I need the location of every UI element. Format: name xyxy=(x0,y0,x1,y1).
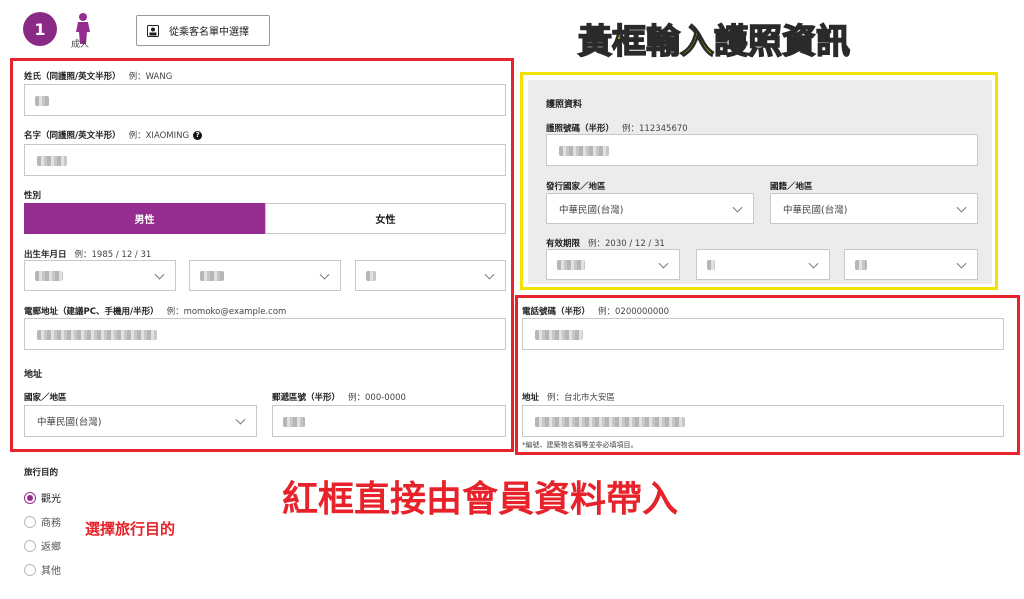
surname-input[interactable] xyxy=(24,84,506,116)
issue-country-select[interactable]: 中華民國(台灣) xyxy=(546,193,754,224)
email-input[interactable] xyxy=(24,318,506,350)
country-select[interactable]: 中華民國(台灣) xyxy=(24,405,257,437)
purpose-annotation: 選擇旅行目的 xyxy=(85,520,176,538)
contact-address-label: 地址 例：台北市大安區 xyxy=(522,393,616,403)
yellow-frame-annotation: 黃框輸入護照資訊 xyxy=(577,21,851,63)
passport-number-input[interactable] xyxy=(546,134,978,166)
step-indicator: 1 xyxy=(23,12,57,46)
gender-label: 性別 xyxy=(24,191,42,201)
chevron-down-icon xyxy=(956,258,967,269)
nationality-value: 中華民國(台灣) xyxy=(783,204,848,216)
gender-female-option[interactable]: 女性 xyxy=(265,203,506,234)
passport-section-title: 護照資料 xyxy=(546,100,583,110)
dob-day-select[interactable] xyxy=(355,260,506,291)
purpose-option-sightseeing[interactable]: 觀光 xyxy=(41,490,61,505)
issue-country-label: 發行國家／地區 xyxy=(546,182,606,192)
address-note: *編號、建築物名稱等並非必填項目。 xyxy=(522,441,638,449)
dob-label: 出生年月日 例：1985 / 12 / 31 xyxy=(24,250,152,260)
chevron-down-icon xyxy=(808,258,819,269)
expiry-day-select[interactable] xyxy=(844,249,978,280)
passenger-type-label: 成人 xyxy=(71,40,90,50)
contact-address-input[interactable] xyxy=(522,405,1004,437)
purpose-option-other[interactable]: 其他 xyxy=(41,562,61,577)
chevron-down-icon xyxy=(319,269,330,280)
pick-button-label: 從乘客名單中選擇 xyxy=(169,27,249,38)
purpose-radio-business[interactable] xyxy=(24,516,36,528)
chevron-down-icon xyxy=(235,414,246,425)
passport-number-label: 護照號碼（半形） 例：112345670 xyxy=(546,124,688,134)
chevron-down-icon xyxy=(956,202,967,213)
purpose-radio-sightseeing[interactable] xyxy=(24,492,36,504)
chevron-down-icon xyxy=(658,258,669,269)
email-label: 電郵地址（建議PC、手機用/半形） 例：momoko@example.com xyxy=(24,307,287,317)
pick-from-passenger-list-button[interactable]: 從乘客名單中選擇 xyxy=(136,15,270,46)
dob-year-select[interactable] xyxy=(24,260,176,291)
given-name-input[interactable] xyxy=(24,144,506,176)
address-heading: 地址 xyxy=(24,370,43,380)
dob-month-select[interactable] xyxy=(189,260,341,291)
expiry-label: 有效期限 例：2030 / 12 / 31 xyxy=(546,239,665,249)
surname-label: 姓氏（同護照/英文半形） 例：WANG xyxy=(24,72,173,82)
red-frame-annotation: 紅框直接由會員資料帶入 xyxy=(282,479,679,520)
chevron-down-icon xyxy=(154,269,165,280)
purpose-radio-homecoming[interactable] xyxy=(24,540,36,552)
nationality-select[interactable]: 中華民國(台灣) xyxy=(770,193,978,224)
zip-input[interactable] xyxy=(272,405,506,437)
expiry-year-select[interactable] xyxy=(546,249,680,280)
country-value: 中華民國(台灣) xyxy=(37,417,102,428)
purpose-option-homecoming[interactable]: 返鄉 xyxy=(41,538,61,553)
contact-card-icon xyxy=(147,24,159,37)
issue-country-value: 中華民國(台灣) xyxy=(559,204,624,216)
zip-label: 郵遞區號（半形） 例：000-0000 xyxy=(272,393,406,403)
chevron-down-icon xyxy=(484,269,495,280)
travel-purpose-label: 旅行目的 xyxy=(24,468,59,478)
purpose-option-business[interactable]: 商務 xyxy=(41,514,61,529)
gender-male-option[interactable]: 男性 xyxy=(24,203,265,234)
phone-input[interactable] xyxy=(522,318,1004,350)
given-name-label: 名字（同護照/英文半形） 例：XIAOMING? xyxy=(24,129,203,141)
nationality-label: 國籍／地區 xyxy=(770,182,813,192)
phone-label: 電話號碼（半形） 例：0200000000 xyxy=(522,307,670,317)
purpose-radio-other[interactable] xyxy=(24,564,36,576)
expiry-month-select[interactable] xyxy=(696,249,830,280)
chevron-down-icon xyxy=(732,202,743,213)
country-label: 國家／地區 xyxy=(24,393,67,403)
help-icon[interactable]: ? xyxy=(193,131,203,140)
